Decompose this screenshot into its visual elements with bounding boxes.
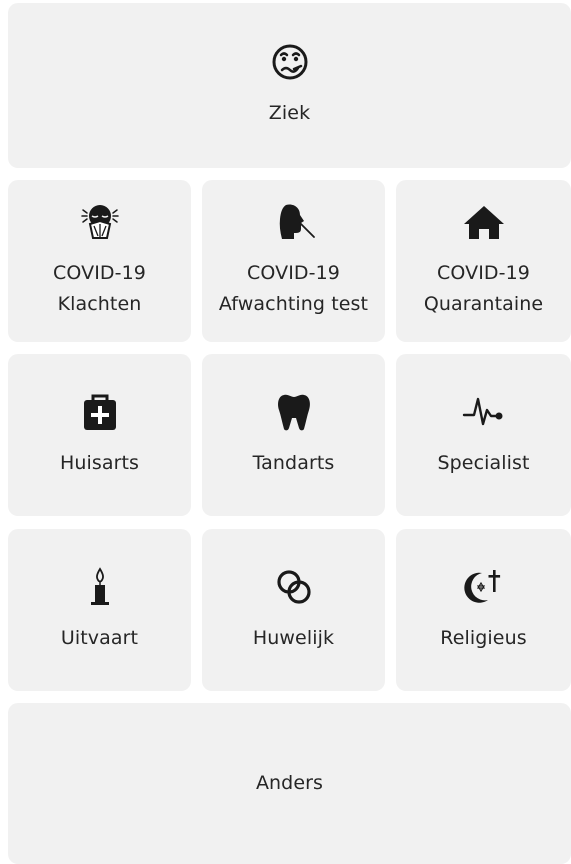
reason-label: COVID-19 Klachten (53, 262, 146, 315)
reason-tandarts-button[interactable]: Tandarts (202, 354, 385, 516)
reason-huisarts-button[interactable]: Huisarts (8, 354, 191, 516)
reason-anders-button[interactable]: Anders (8, 703, 571, 864)
reason-religieus-button[interactable]: Religieus (396, 529, 571, 691)
reason-label: Tandarts (252, 451, 335, 474)
reason-label: Anders (255, 772, 324, 794)
rings-icon (272, 567, 316, 607)
reason-huwelijk-button[interactable]: Huwelijk (202, 529, 385, 691)
reason-label: Ziek (268, 102, 311, 124)
reason-label: Religieus (440, 626, 527, 649)
reason-label: Huwelijk (252, 626, 335, 649)
reason-specialist-button[interactable]: Specialist (396, 354, 571, 516)
reason-covid-test-button[interactable]: COVID-19 Afwachting test (202, 180, 385, 342)
reason-uitvaart-button[interactable]: Uitvaart (8, 529, 191, 691)
reason-label: Uitvaart (60, 626, 139, 649)
reason-label: Huisarts (59, 451, 140, 474)
nose-swab-test-icon (272, 202, 316, 242)
medical-kit-icon (78, 392, 122, 432)
house-icon (462, 202, 506, 242)
reason-label: COVID-19 Quarantaine (423, 262, 544, 315)
tooth-icon (272, 392, 316, 432)
reason-covid-klachten-button[interactable]: COVID-19 Klachten (8, 180, 191, 342)
heartbeat-icon (462, 392, 506, 432)
sneezing-face-icon (78, 202, 122, 242)
reason-label: COVID-19 Afwachting test (218, 262, 369, 315)
reason-label: Specialist (437, 451, 530, 474)
candle-icon (78, 566, 122, 607)
reason-covid-quarantaine-button[interactable]: COVID-19 Quarantaine (396, 180, 571, 342)
religious-symbols-icon (462, 567, 506, 607)
reason-ziek-button[interactable]: Ziek (8, 3, 571, 168)
sick-face-icon (268, 42, 312, 82)
